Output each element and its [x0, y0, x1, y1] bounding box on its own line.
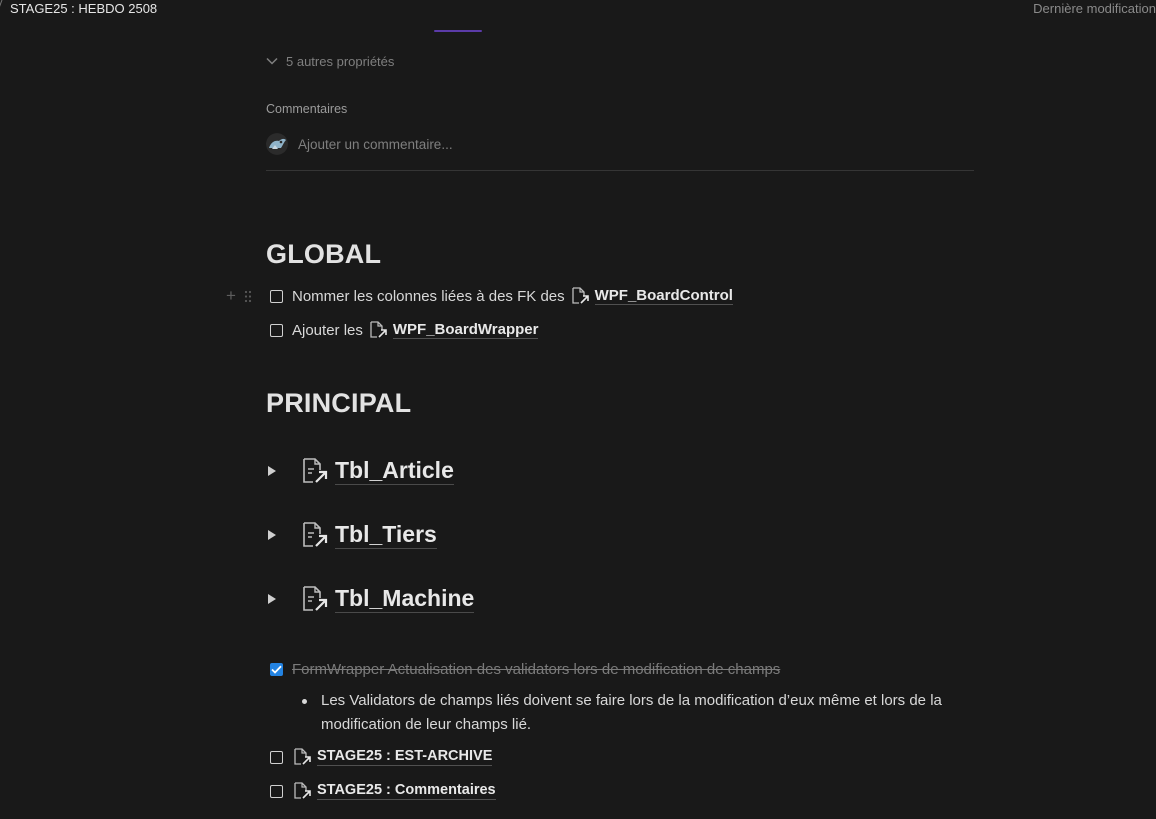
toggle-label: Tbl_Tiers: [335, 521, 437, 549]
toggle-label: Tbl_Machine: [335, 585, 475, 613]
todo-checkbox-checked[interactable]: [270, 662, 283, 676]
page-link-icon: [303, 522, 328, 547]
todo-item-done: FormWrapper Actualisation des validators…: [270, 658, 780, 680]
page-link-label: WPF_BoardControl: [594, 286, 733, 306]
breadcrumb-separator: [0, 0, 5, 8]
more-properties-toggle[interactable]: 5 autres propriétés: [266, 52, 394, 70]
divider: [266, 170, 974, 171]
page-link-icon: [294, 782, 311, 799]
drag-handle-icon[interactable]: [244, 290, 252, 303]
todo-checkbox[interactable]: [270, 784, 283, 798]
toggle-block: Tbl_Machine: [268, 582, 475, 616]
more-properties-label: 5 autres propriétés: [286, 53, 395, 69]
todo-text: Ajouter les: [292, 321, 363, 339]
todo-item: STAGE25 : Commentaires: [270, 780, 496, 802]
bullet-icon: [302, 699, 307, 704]
page-link-label: STAGE25 : EST-ARCHIVE: [317, 748, 493, 766]
todo-checkbox[interactable]: [270, 289, 283, 303]
heading-principal: PRINCIPAL: [266, 388, 412, 418]
avatar: [266, 133, 288, 155]
page-link[interactable]: STAGE25 : Commentaires: [289, 782, 496, 800]
heading-global: GLOBAL: [266, 239, 382, 269]
todo-text-done: FormWrapper Actualisation des validators…: [292, 660, 781, 678]
todo-item: STAGE25 : EST-ARCHIVE: [270, 746, 493, 768]
page-link[interactable]: Tbl_Article: [296, 457, 454, 485]
page-link[interactable]: Tbl_Machine: [296, 585, 475, 613]
toggle-arrow-icon[interactable]: [268, 594, 276, 604]
last-modified-label: Dernière modification: [1033, 1, 1156, 16]
toggle-label: Tbl_Article: [335, 457, 454, 485]
page-link[interactable]: STAGE25 : EST-ARCHIVE: [289, 748, 493, 766]
page-link-icon: [303, 458, 328, 483]
add-block-icon[interactable]: +: [226, 287, 236, 304]
toggle-block: Tbl_Article: [268, 454, 454, 488]
page-link-icon: [294, 748, 311, 765]
property-accent-bar: [434, 30, 482, 32]
todo-text: Nommer les colonnes liées à des FK des: [292, 287, 565, 305]
comments-label: Commentaires: [266, 102, 348, 116]
block-handle[interactable]: +: [226, 287, 252, 304]
page-link[interactable]: Tbl_Tiers: [296, 521, 437, 549]
todo-item: Nommer les colonnes liées à des FK des W…: [270, 285, 733, 307]
page-link[interactable]: WPF_BoardWrapper: [363, 320, 539, 340]
toggle-arrow-icon[interactable]: [268, 466, 276, 476]
checkmark-icon: [271, 665, 282, 674]
toggle-arrow-icon[interactable]: [268, 530, 276, 540]
todo-item: Ajouter les WPF_BoardWrapper: [270, 319, 539, 341]
page-link-icon: [370, 321, 387, 338]
comment-row: [266, 132, 974, 156]
page-link-label: STAGE25 : Commentaires: [317, 782, 496, 800]
page-link[interactable]: WPF_BoardControl: [565, 286, 733, 306]
comment-input[interactable]: [298, 136, 898, 152]
bullet-item-text: Les Validators de champs liés doivent se…: [321, 692, 942, 733]
page-link-label: WPF_BoardWrapper: [392, 320, 539, 340]
breadcrumb-page-title[interactable]: STAGE25 : HEBDO 2508: [10, 1, 157, 16]
todo-checkbox[interactable]: [270, 323, 283, 337]
top-bar: STAGE25 : HEBDO 2508 Dernière modificati…: [0, 0, 1156, 18]
todo-checkbox[interactable]: [270, 750, 283, 764]
page-link-icon: [303, 586, 328, 611]
page-link-icon: [571, 287, 589, 304]
chevron-down-icon: [266, 57, 278, 65]
toggle-block: Tbl_Tiers: [268, 518, 437, 552]
